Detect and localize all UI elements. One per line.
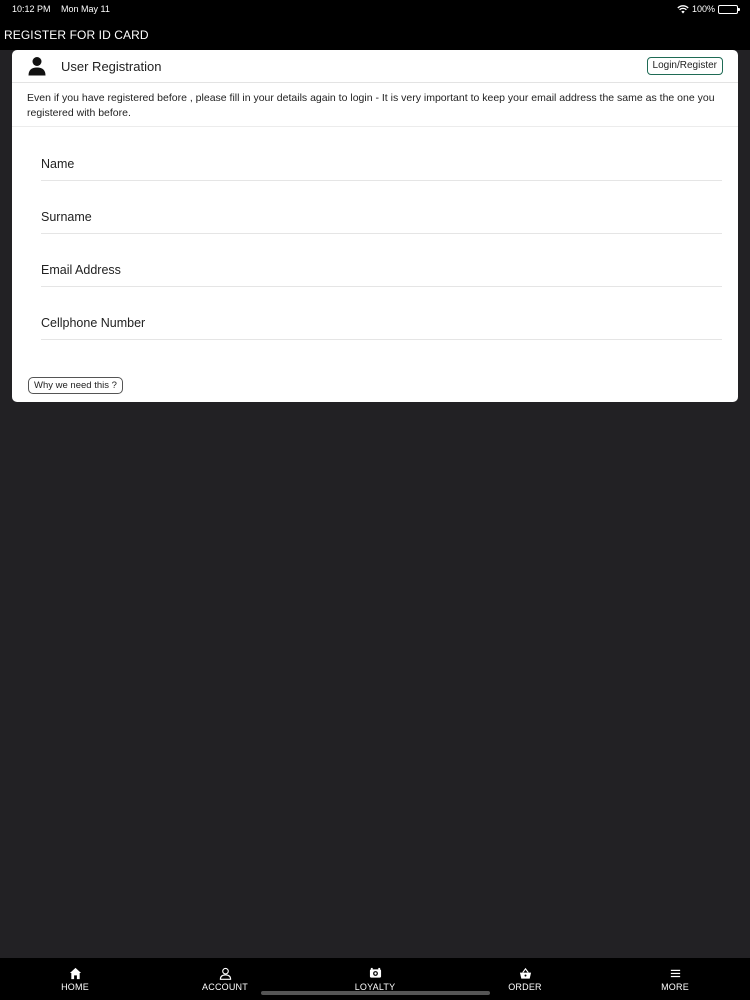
nav-bar: REGISTER FOR ID CARD	[0, 18, 750, 50]
page-title: REGISTER FOR ID CARD	[4, 28, 149, 42]
account-icon	[219, 967, 231, 980]
registration-form	[41, 128, 722, 340]
home-indicator[interactable]	[261, 991, 490, 995]
email-input[interactable]	[41, 263, 722, 277]
surname-field-row	[41, 181, 722, 234]
person-icon	[28, 57, 46, 76]
status-left: 10:12 PM Mon May 11	[12, 4, 118, 14]
surname-input[interactable]	[41, 210, 722, 224]
email-field-row	[41, 234, 722, 287]
status-date: Mon May 11	[61, 4, 110, 14]
menu-icon	[670, 969, 680, 978]
tab-home-label: HOME	[61, 982, 89, 992]
loyalty-icon	[369, 967, 381, 978]
tab-order-label: ORDER	[508, 982, 542, 992]
cellphone-input[interactable]	[41, 316, 722, 330]
tab-more[interactable]: MORE	[600, 958, 750, 1000]
cellphone-field-row	[41, 287, 722, 340]
basket-icon	[519, 967, 531, 979]
tab-account-label: ACCOUNT	[202, 982, 248, 992]
name-field-row	[41, 128, 722, 181]
battery-icon	[718, 4, 740, 14]
name-input[interactable]	[41, 157, 722, 171]
status-right: 100%	[677, 4, 740, 14]
status-bar: 10:12 PM Mon May 11 100%	[0, 0, 750, 18]
home-icon	[69, 967, 81, 980]
tab-more-label: MORE	[661, 982, 689, 992]
registration-card: User Registration Login/Register Even if…	[12, 50, 738, 402]
why-we-need-this-button[interactable]: Why we need this ?	[28, 377, 123, 394]
status-time: 10:12 PM	[12, 4, 51, 14]
card-header: User Registration Login/Register	[12, 50, 738, 83]
wifi-icon	[677, 4, 689, 13]
registration-notice: Even if you have registered before , ple…	[12, 83, 738, 127]
tab-home[interactable]: HOME	[0, 958, 150, 1000]
login-register-button[interactable]: Login/Register	[646, 57, 723, 75]
card-title: User Registration	[61, 59, 162, 74]
battery-percent: 100%	[691, 4, 715, 14]
